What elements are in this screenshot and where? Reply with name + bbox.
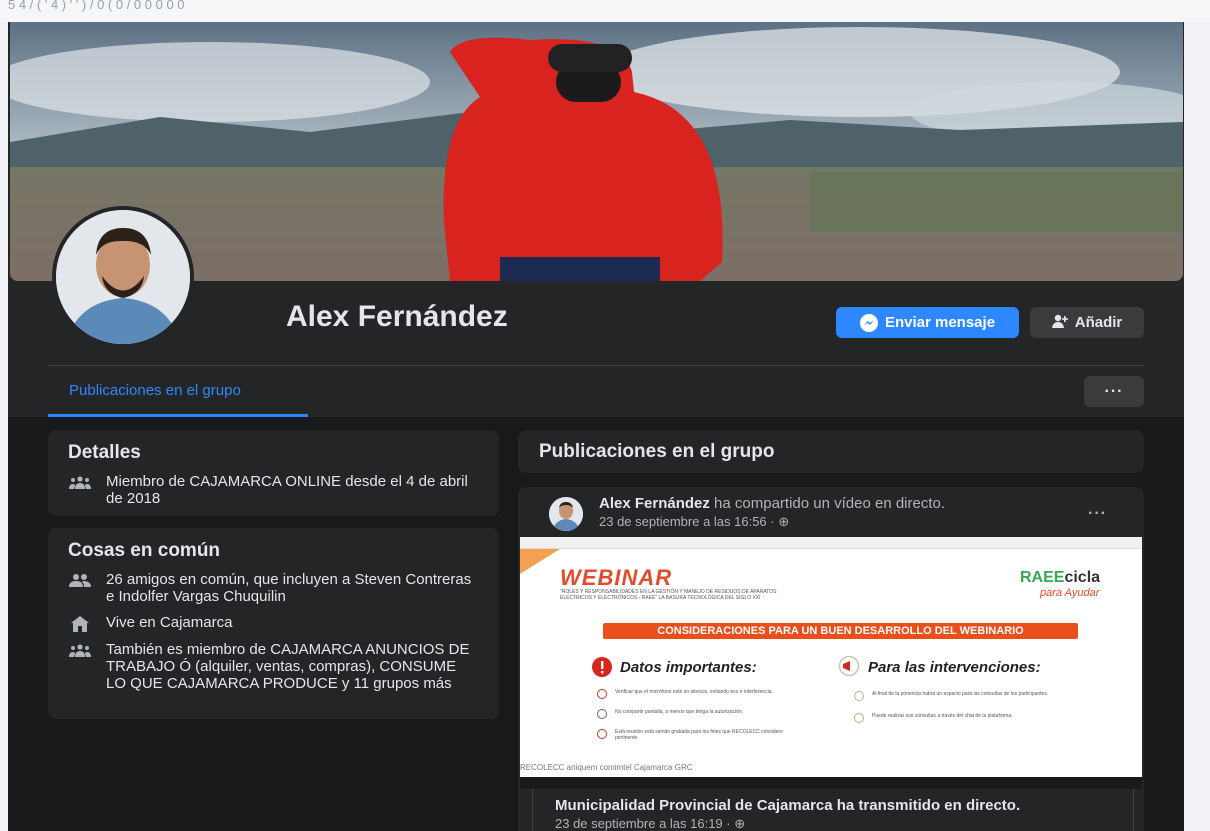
raeecicla-logo: RAEEcicla — [1020, 569, 1101, 586]
lives-in-text[interactable]: Vive en Cajamarca — [106, 614, 232, 631]
messenger-icon — [859, 313, 878, 332]
member-since-text: Miembro de CAJAMARCA ONLINE desde el 4 d… — [106, 473, 468, 507]
alert-icon — [592, 657, 612, 677]
post-options-button[interactable]: ··· — [1088, 505, 1107, 523]
page-edge — [1192, 22, 1210, 831]
add-friend-button[interactable]: Añadir — [1030, 307, 1144, 338]
important-item: Está reunión está siendo grabada para lo… — [615, 729, 783, 741]
sponsor-logos: RECOLECC aniquem comimtel Cajamarca GRC — [520, 763, 693, 772]
raeecicla-tagline: para Ayudar — [1040, 587, 1100, 599]
group-icon — [68, 641, 92, 657]
things-in-common-card: Cosas en común 26 amigos en común, que i… — [48, 528, 499, 719]
common-row-home: Vive en Cajamarca — [68, 614, 479, 632]
mic-muted-icon — [597, 689, 607, 699]
interventions-title: Para las intervenciones: — [868, 659, 1041, 676]
profile-header: Alex Fernández Enviar mensaje Añadir Pub… — [8, 22, 1184, 417]
intervention-item: Puede realizar sus consultas a través de… — [872, 713, 1013, 719]
add-friend-label: Añadir — [1074, 314, 1123, 331]
megaphone-icon — [838, 656, 860, 676]
post-author-name[interactable]: Alex Fernández — [599, 495, 710, 512]
add-friend-icon — [1051, 314, 1068, 332]
send-message-button[interactable]: Enviar mensaje — [836, 307, 1019, 338]
details-title: Detalles — [68, 442, 141, 463]
header-divider — [48, 365, 1144, 366]
mutual-friends-text[interactable]: 26 amigos en común, que incluyen a Steve… — [106, 571, 479, 605]
post-card: Alex Fernández ha compartido un vídeo en… — [518, 487, 1144, 831]
top-strip: 5 4 / ( ' 4 ) ' ' ) / 0 ( 0 / 0 0 0 0 0 — [0, 0, 1210, 22]
live-video[interactable]: WEBINAR "ROLES Y RESPONSABILIDADES EN LA… — [520, 537, 1142, 789]
check-icon — [854, 713, 864, 723]
screen-share-icon — [597, 709, 607, 719]
video-browser-bar — [520, 537, 1142, 549]
check-icon — [854, 691, 864, 701]
detail-row: Miembro de CAJAMARCA ONLINE desde el 4 d… — [68, 473, 479, 507]
common-title: Cosas en común — [68, 540, 221, 561]
post-timestamp[interactable]: 23 de septiembre a las 16:56 · ⊕ — [599, 514, 789, 530]
also-member-text[interactable]: También es miembro de CAJAMARCA ANUNCIOS… — [106, 641, 479, 692]
shared-live-title[interactable]: Municipalidad Provincial de Cajamarca ha… — [555, 797, 1020, 814]
considerations-banner: CONSIDERACIONES PARA UN BUEN DESARROLLO … — [603, 623, 1078, 639]
posts-title: Publicaciones en el grupo — [539, 441, 775, 462]
important-data-title: Datos importantes: — [620, 659, 757, 676]
important-item: No compartir pantalla, a menos que tenga… — [615, 709, 744, 715]
webinar-title: WEBINAR — [560, 565, 673, 590]
tab-group-posts[interactable]: Publicaciones en el grupo — [48, 367, 308, 417]
shared-live-timestamp[interactable]: 23 de septiembre a las 16:19 · ⊕ — [555, 816, 745, 831]
posts-header-card: Publicaciones en el grupo — [518, 430, 1144, 473]
common-row-friends: 26 amigos en común, que incluyen a Steve… — [68, 571, 479, 605]
post-author-line: Alex Fernández ha compartido un vídeo en… — [599, 495, 945, 512]
more-options-button[interactable]: ··· — [1084, 376, 1144, 407]
group-icon — [68, 473, 92, 489]
profile-picture[interactable] — [52, 206, 266, 348]
important-item: Verificar que el micrófono esté en silen… — [615, 689, 773, 695]
post-author-avatar[interactable] — [539, 497, 589, 531]
profile-name: Alex Fernández — [286, 300, 508, 333]
friends-icon — [68, 571, 92, 587]
post-action: ha compartido un vídeo en directo. — [709, 495, 946, 512]
record-icon — [597, 729, 607, 739]
home-icon — [68, 614, 92, 632]
video-controls-bar[interactable] — [520, 777, 1142, 789]
shared-live-card[interactable]: Municipalidad Provincial de Cajamarca ha… — [532, 789, 1134, 831]
intervention-item: Al final de la ponencia habrá un espacio… — [872, 691, 1049, 697]
webinar-subtitle: "ROLES Y RESPONSABILIDADES EN LA GESTIÓN… — [560, 589, 777, 601]
profile-page: Alex Fernández Enviar mensaje Añadir Pub… — [8, 22, 1184, 831]
details-card: Detalles Miembro de CAJAMARCA ONLINE des… — [48, 430, 499, 516]
common-row-groups: También es miembro de CAJAMARCA ANUNCIOS… — [68, 641, 479, 692]
send-message-label: Enviar mensaje — [884, 314, 996, 331]
